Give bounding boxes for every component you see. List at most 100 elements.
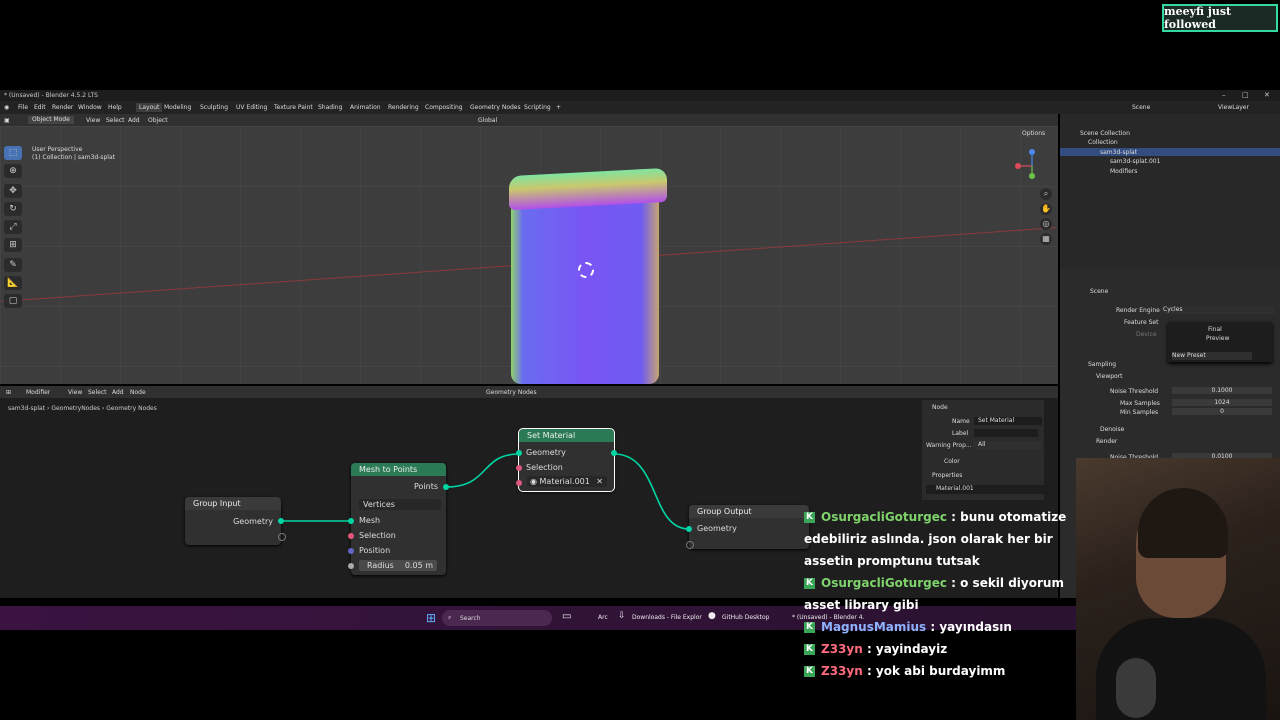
task-view-icon[interactable]: ▭ [562, 611, 571, 622]
outliner-item-modifiers[interactable]: Modifiers [1110, 168, 1137, 175]
node-menu-select[interactable]: Select [88, 389, 107, 396]
outliner-item-sam3d-splat-001[interactable]: sam3d-splat.001 [1110, 158, 1160, 165]
node-menu-node[interactable]: Node [130, 389, 146, 396]
tab-modeling[interactable]: Modeling [164, 104, 191, 111]
set-material-material-socket[interactable] [516, 480, 522, 486]
mesh-to-points-radius-socket[interactable] [348, 563, 354, 569]
node-tree-selector[interactable]: Geometry Nodes [486, 389, 537, 396]
close-icon[interactable]: ✕ [1264, 91, 1270, 99]
scene-selector[interactable]: Scene [1132, 104, 1150, 111]
render-subsection[interactable]: Render [1096, 438, 1117, 445]
windows-start-icon[interactable]: ⊞ [426, 611, 436, 625]
node-set-material[interactable]: Set Material Geometry Selection ◉ Materi… [516, 428, 617, 492]
tab-texture-paint[interactable]: Texture Paint [274, 104, 313, 111]
new-preset-field[interactable]: New Preset [1172, 352, 1252, 360]
viewport-menu-add[interactable]: Add [128, 117, 140, 124]
min-samples-field[interactable]: 0 [1172, 408, 1272, 415]
tab-layout[interactable]: Layout [136, 103, 163, 112]
outliner-scene-collection[interactable]: Scene Collection [1080, 130, 1130, 137]
node-menu-add[interactable]: Add [112, 389, 124, 396]
render-engine-dropdown[interactable]: Cycles [1160, 306, 1275, 314]
tab-geometry-nodes[interactable]: Geometry Nodes [470, 104, 521, 111]
pan-hand-icon[interactable]: ✋ [1040, 203, 1052, 215]
node-label-field[interactable] [974, 429, 1038, 437]
tab-scripting[interactable]: Scripting [524, 104, 551, 111]
camera-view-icon[interactable]: ◎ [1040, 218, 1052, 230]
tab-sculpting[interactable]: Sculpting [200, 104, 228, 111]
taskbar-github[interactable]: GitHub Desktop [722, 614, 769, 621]
minimize-icon[interactable]: – [1222, 91, 1226, 99]
zoom-icon[interactable]: ⌕ [1040, 188, 1052, 200]
add-cube-tool-icon[interactable]: ▢ [4, 294, 22, 308]
tab-shading[interactable]: Shading [318, 104, 342, 111]
editor-type-icon[interactable]: ▣ [4, 117, 10, 124]
blender-logo-icon[interactable]: ◉ [4, 104, 9, 111]
transform-tool-icon[interactable]: ⊞ [4, 238, 22, 252]
color-section[interactable]: Color [944, 458, 960, 465]
denoise-section[interactable]: Denoise [1100, 426, 1124, 433]
sampling-section[interactable]: Sampling [1088, 361, 1116, 368]
set-material-geometry-in-socket[interactable] [516, 450, 522, 456]
mesh-to-points-points-socket[interactable] [443, 484, 449, 490]
material-field[interactable]: Material.001 [926, 485, 1048, 494]
node-group-output[interactable]: Group Output Geometry [686, 505, 809, 549]
select-tool-icon[interactable]: ⬚ [4, 146, 22, 160]
viewport-menu-view[interactable]: View [86, 117, 100, 124]
viewport-subsection[interactable]: Viewport [1096, 373, 1123, 380]
group-input-geometry-socket[interactable] [278, 518, 284, 524]
properties-section[interactable]: Properties [932, 472, 962, 479]
rotate-tool-icon[interactable]: ↻ [4, 202, 22, 216]
taskbar-downloads[interactable]: Downloads - File Explor [632, 614, 702, 621]
tab-animation[interactable]: Animation [350, 104, 381, 111]
node-editor-mode[interactable]: Modifier [26, 389, 50, 396]
mode-dropdown[interactable]: Object Mode [28, 116, 74, 124]
tab-rendering[interactable]: Rendering [388, 104, 419, 111]
viewport-menu-select[interactable]: Select [106, 117, 125, 124]
menu-file[interactable]: File [18, 104, 28, 111]
set-material-material-field[interactable]: ◉ Material.001 ✕ [527, 476, 607, 487]
cursor-tool-icon[interactable]: ⊕ [4, 164, 22, 178]
node-menu-view[interactable]: View [68, 389, 82, 396]
menu-help[interactable]: Help [108, 104, 122, 111]
preset-final[interactable]: Final [1208, 326, 1222, 333]
group-output-geometry-socket[interactable] [686, 526, 692, 532]
add-workspace-icon[interactable]: + [556, 104, 561, 111]
set-material-selection-socket[interactable] [516, 465, 522, 471]
menu-window[interactable]: Window [78, 104, 102, 111]
outliner-item-collection[interactable]: Collection [1088, 139, 1118, 146]
menu-edit[interactable]: Edit [34, 104, 46, 111]
splat-object[interactable] [511, 178, 659, 384]
mesh-to-points-mode-dropdown[interactable]: Vertices [359, 499, 441, 510]
max-samples-field[interactable]: 1024 [1172, 399, 1272, 406]
tab-uv-editing[interactable]: UV Editing [236, 104, 267, 111]
mesh-to-points-selection-socket[interactable] [348, 533, 354, 539]
mesh-to-points-position-socket[interactable] [348, 548, 354, 554]
navigation-gizmo-icon[interactable] [1010, 146, 1050, 186]
group-output-empty-socket[interactable] [686, 541, 694, 549]
node-group-input[interactable]: Group Input Geometry [185, 497, 286, 545]
taskbar-arc[interactable]: Arc [598, 614, 608, 621]
annotate-tool-icon[interactable]: ✎ [4, 258, 22, 272]
preset-preview[interactable]: Preview [1206, 335, 1229, 342]
move-tool-icon[interactable]: ✥ [4, 184, 22, 198]
node-editor-type-icon[interactable]: ⊞ [6, 389, 11, 396]
unlink-material-icon[interactable]: ✕ [596, 476, 603, 487]
transform-orientation-dropdown[interactable]: Global [478, 117, 497, 124]
ortho-grid-icon[interactable]: ▦ [1040, 233, 1052, 245]
tab-compositing[interactable]: Compositing [425, 104, 463, 111]
viewlayer-selector[interactable]: ViewLayer [1218, 104, 1249, 111]
viewport-options-button[interactable]: Options [1022, 130, 1045, 137]
outliner-item-sam3d-splat[interactable]: sam3d-splat [1100, 149, 1137, 156]
node-mesh-to-points[interactable]: Mesh to Points Points Vertices Mesh Sele… [348, 463, 449, 575]
menu-render[interactable]: Render [52, 104, 73, 111]
group-input-empty-socket[interactable] [278, 533, 286, 541]
mesh-to-points-radius-field[interactable]: Radius 0.05 m [359, 560, 437, 571]
node-name-field[interactable]: Set Material [974, 417, 1042, 425]
mesh-to-points-mesh-socket[interactable] [348, 518, 354, 524]
set-material-geometry-out-socket[interactable] [611, 450, 617, 456]
viewport-menu-object[interactable]: Object [148, 117, 168, 124]
scale-tool-icon[interactable]: ⤢ [4, 220, 22, 234]
warning-prop-dropdown[interactable]: All [974, 441, 1042, 449]
maximize-icon[interactable]: □ [1242, 91, 1249, 99]
noise-threshold-field[interactable]: 0.1000 [1172, 387, 1272, 394]
